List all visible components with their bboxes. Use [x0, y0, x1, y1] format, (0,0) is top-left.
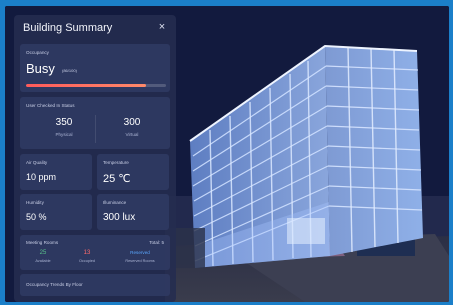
air-quality-card: Air Quality 10 ppm	[20, 154, 92, 190]
occupancy-trends-card[interactable]: Occupancy Trends By Floor	[20, 274, 170, 296]
physical-count: 350	[55, 117, 73, 128]
occupancy-trends-label: Occupancy Trends By Floor	[26, 282, 83, 287]
temperature-card: Temperature 25 ℃	[97, 154, 169, 190]
viewport: Building Summary × Occupancy Busy (86/10…	[5, 6, 449, 302]
humidity-value: 50 %	[26, 212, 47, 222]
occupancy-label: Occupancy	[26, 50, 49, 55]
humidity-card: Humidity 50 %	[20, 194, 92, 230]
reserved-label: Reserved Rooms	[125, 259, 155, 263]
checked-in-label: User Checked In Status	[26, 103, 75, 108]
illuminance-card: Illuminance 300 lux	[97, 194, 169, 230]
illuminance-value: 300 lux	[103, 212, 136, 223]
available-label: Available	[35, 259, 51, 263]
occupancy-status: Busy	[26, 61, 55, 76]
close-icon[interactable]: ×	[155, 20, 169, 34]
reserved-count: Reserved	[130, 250, 150, 255]
panel-title: Building Summary	[23, 22, 113, 34]
temperature-value: 25 ℃	[103, 173, 131, 185]
panel-header: Building Summary ×	[14, 15, 176, 41]
virtual-count: 300	[123, 117, 141, 128]
humidity-label: Humidity	[26, 200, 44, 205]
occupied-count: 13	[83, 250, 91, 256]
building-summary-panel: Building Summary × Occupancy Busy (86/10…	[14, 15, 176, 302]
physical-label: Physical	[55, 132, 73, 137]
occupancy-card: Occupancy Busy (86/100)	[20, 44, 170, 92]
illuminance-label: Illuminance	[103, 200, 127, 205]
meeting-rooms-total: Total: 5	[149, 240, 164, 245]
meeting-rooms-label: Meeting Rooms	[26, 240, 59, 245]
occupancy-progress-fill	[26, 84, 147, 87]
checked-in-card: User Checked In Status 350 Physical 300 …	[20, 97, 170, 149]
virtual-label: Virtual	[125, 132, 139, 137]
occupied-label: Occupied	[78, 259, 96, 263]
occupancy-status-note: (86/100)	[62, 68, 77, 73]
meeting-rooms-card: Meeting Rooms Total: 5 25 Available 13 O…	[20, 235, 170, 270]
temperature-label: Temperature	[103, 160, 129, 165]
occupancy-progress-bar	[26, 84, 166, 87]
air-quality-label: Air Quality	[26, 160, 48, 165]
available-count: 25	[39, 250, 47, 256]
air-quality-value: 10 ppm	[26, 172, 57, 182]
